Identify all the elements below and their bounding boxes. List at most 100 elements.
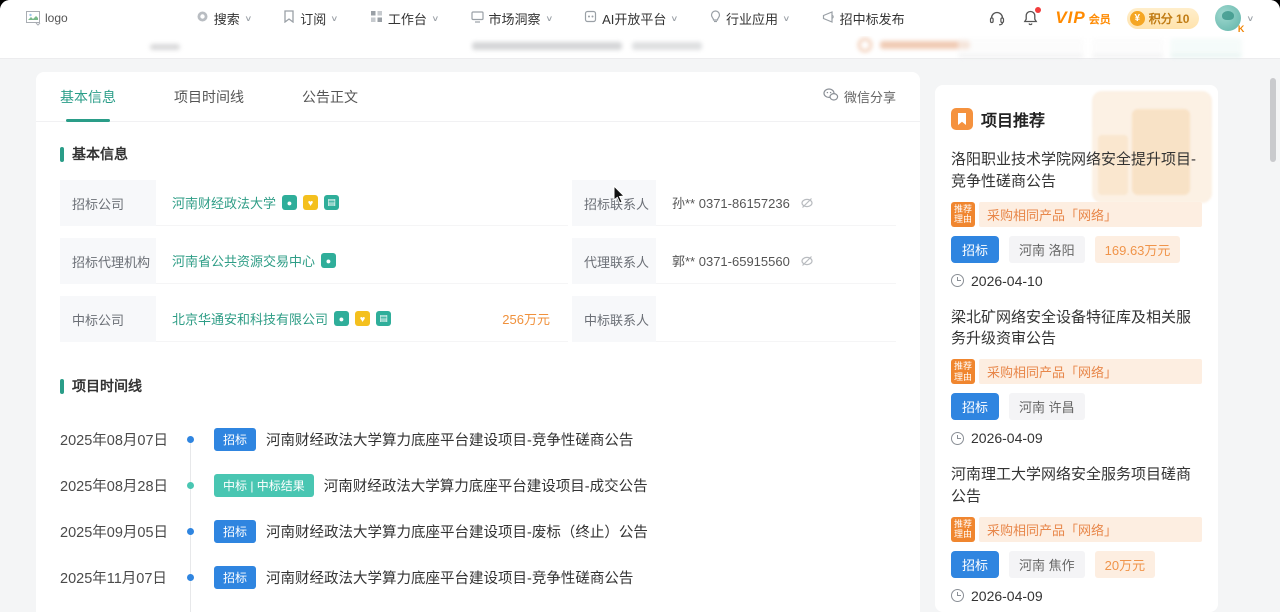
industry-app-icon [710, 10, 721, 26]
timeline-link[interactable]: 河南财经政法大学算力底座平台建设项目-成交公告 [324, 475, 648, 496]
wechat-icon [823, 88, 839, 105]
recommendation-card[interactable]: 河南理工大学网络安全服务项目磋商公告 推荐理由 采购相同产品「网络」 招标 河南… [951, 464, 1202, 604]
scrolled-under-strip [0, 36, 1280, 59]
nav-menu: 搜索 ∨ 订阅 ∨ 工作台 ∨ 市场洞察 ∨ AI开放平台 ∨ 行业应用 ∨ 招… [196, 9, 905, 28]
award-amount: 256万元 [502, 312, 550, 327]
recommendation-sidebar: 项目推荐 洛阳职业技术学院网络安全提升项目-竞争性磋商公告 推荐理由 采购相同产… [935, 85, 1218, 612]
nav-item-ai-platform[interactable]: AI开放平台 ∨ [584, 9, 679, 28]
timeline-tag: 招标 [214, 565, 257, 589]
nav-item-market-insight[interactable]: 市场洞察 ∨ [470, 9, 553, 28]
timeline-dot [186, 527, 194, 535]
timeline-date: 2025年09月05日 [60, 524, 169, 541]
chevron-down-icon: ∨ [431, 13, 440, 23]
chevron-down-icon: ∨ [1246, 13, 1255, 23]
budget-chip: 169.63万元 [1094, 235, 1181, 263]
timeline-date: 2025年08月07日 [60, 432, 169, 449]
ai-platform-icon [584, 10, 597, 26]
nav-label: 工作台 [387, 11, 427, 27]
company-favorite-icon[interactable]: ♥ [355, 311, 371, 326]
company-profile-icon[interactable]: ● [334, 311, 350, 326]
wechat-share-button[interactable]: 微信分享 [823, 87, 896, 106]
nav-label: 搜索 [213, 11, 240, 27]
timeline-link[interactable]: 河南财经政法大学算力底座平台建设项目-竞争性磋商公告 [266, 429, 633, 450]
company-report-icon[interactable]: ▤ [376, 311, 392, 326]
company-link[interactable]: 河南省公共资源交易中心 [172, 251, 315, 270]
timeline-item: 2025年12月04日 招标 河南财经政法大学算力底座平台建设项目-竞争性磋商公… [60, 600, 896, 612]
masked-view-icon[interactable] [800, 196, 814, 210]
market-insight-icon [470, 10, 484, 26]
reason-text: 采购相同产品「网络」 [979, 201, 1202, 227]
support-headset-icon[interactable] [988, 9, 1006, 27]
vip-suffix-label: 会员 [1088, 14, 1111, 26]
vip-member-button[interactable]: VIP 会员 [1055, 8, 1110, 28]
basic-info-table: 招标公司 河南财经政法大学 ● ♥ ▤ 招标联系人 孙** 0371-86157… [36, 180, 920, 342]
timeline-tag: 招标 [214, 427, 257, 451]
region-chip: 河南 洛阳 [1009, 235, 1085, 263]
contact-value: 郭** 0371-65915560 [672, 254, 790, 269]
company-profile-icon[interactable]: ● [282, 195, 298, 210]
recommendation-date: 2026-04-10 [951, 273, 1202, 289]
company-link[interactable]: 北京华通安和科技有限公司 [172, 309, 328, 328]
nav-item-search[interactable]: 搜索 ∨ [196, 9, 252, 28]
share-label: 微信分享 [843, 90, 896, 105]
blurred-text [880, 41, 970, 49]
company-profile-icon[interactable]: ● [321, 253, 337, 268]
navbar-right: VIP 会员 ¥ 积分 10 K ∨ [988, 5, 1255, 34]
points-badge[interactable]: ¥ 积分 10 [1126, 7, 1200, 29]
recommendation-card-title[interactable]: 河南理工大学网络安全服务项目磋商公告 [951, 464, 1202, 508]
table-row: 招标公司 河南财经政法大学 ● ♥ ▤ 招标联系人 孙** 0371-86157… [60, 180, 896, 226]
contact-value: 孙** 0371-86157236 [672, 196, 790, 211]
company-link[interactable]: 河南财经政法大学 [172, 193, 276, 212]
reason-text: 采购相同产品「网络」 [979, 359, 1202, 384]
nav-item-workbench[interactable]: 工作台 ∨ [370, 9, 439, 28]
company-report-icon[interactable]: ▤ [324, 195, 340, 210]
section-title: 项目时间线 [72, 378, 142, 394]
recommendation-card[interactable]: 洛阳职业技术学院网络安全提升项目-竞争性磋商公告 推荐理由 采购相同产品「网络」… [951, 149, 1202, 289]
clock-icon [951, 589, 964, 602]
user-menu[interactable]: K ∨ [1215, 5, 1255, 34]
tab-basic-info[interactable]: 基本信息 [60, 72, 116, 122]
workbench-icon [370, 10, 383, 26]
nav-item-publish[interactable]: 招中标发布 [822, 9, 905, 28]
timeline-item: 2025年11月07日 招标 河南财经政法大学算力底座平台建设项目-竞争性磋商公… [60, 554, 896, 600]
row-value: 北京华通安和科技有限公司 ● ♥ ▤ 256万元 [156, 296, 568, 342]
subscribe-icon [283, 10, 295, 26]
table-row: 招标代理机构 河南省公共资源交易中心 ● 代理联系人 郭** 0371-6591… [60, 238, 896, 284]
date-label: 2026-04-10 [971, 272, 1043, 289]
row-label: 招标联系人 [572, 180, 656, 226]
timeline-node [170, 554, 210, 600]
recommendation-card-title[interactable]: 梁北矿网络安全设备特征库及相关服务升级资审公告 [951, 307, 1202, 351]
row-value: 河南财经政法大学 ● ♥ ▤ [156, 180, 568, 226]
nav-item-subscribe[interactable]: 订阅 ∨ [283, 9, 339, 28]
reason-text: 采购相同产品「网络」 [979, 516, 1202, 542]
recommendation-title: 项目推荐 [981, 113, 1046, 130]
recommendation-meta: 招标 河南 洛阳 169.63万元 [951, 235, 1202, 263]
timeline-link[interactable]: 河南财经政法大学算力底座平台建设项目-废标（终止）公告 [266, 521, 648, 542]
budget-chip: 20万元 [1094, 550, 1156, 578]
blurred-button [1092, 38, 1164, 57]
recommendation-reason: 推荐理由 采购相同产品「网络」 [951, 516, 1202, 542]
bid-tag: 招标 [951, 235, 1000, 263]
chevron-down-icon: ∨ [244, 13, 252, 23]
notifications-bell-icon[interactable] [1022, 7, 1042, 27]
tab-announcement-text[interactable]: 公告正文 [302, 72, 358, 122]
blurred-button [1170, 38, 1242, 57]
timeline-tag: 招标 [214, 519, 257, 543]
company-favorite-icon[interactable]: ♥ [303, 195, 319, 210]
scrollbar-thumb[interactable] [1270, 78, 1276, 162]
timeline-link[interactable]: 河南财经政法大学算力底座平台建设项目-竞争性磋商公告 [266, 567, 633, 588]
row-label: 中标联系人 [572, 296, 656, 342]
tab-project-timeline[interactable]: 项目时间线 [174, 72, 244, 122]
recommendation-card-title[interactable]: 洛阳职业技术学院网络安全提升项目-竞争性磋商公告 [951, 149, 1202, 193]
bid-tag: 招标 [951, 393, 1000, 420]
date-label: 2026-04-09 [971, 430, 1043, 446]
masked-view-icon[interactable] [800, 254, 814, 268]
row-label: 中标公司 [60, 296, 156, 342]
recommendation-date: 2026-04-09 [951, 588, 1202, 604]
site-logo[interactable]: logo [26, 10, 68, 26]
notification-dot [1035, 7, 1042, 13]
avatar[interactable]: K [1215, 5, 1244, 34]
section-title: 基本信息 [72, 146, 128, 162]
recommendation-card[interactable]: 梁北矿网络安全设备特征库及相关服务升级资审公告 推荐理由 采购相同产品「网络」 … [951, 307, 1202, 446]
nav-item-industry-app[interactable]: 行业应用 ∨ [710, 9, 790, 28]
